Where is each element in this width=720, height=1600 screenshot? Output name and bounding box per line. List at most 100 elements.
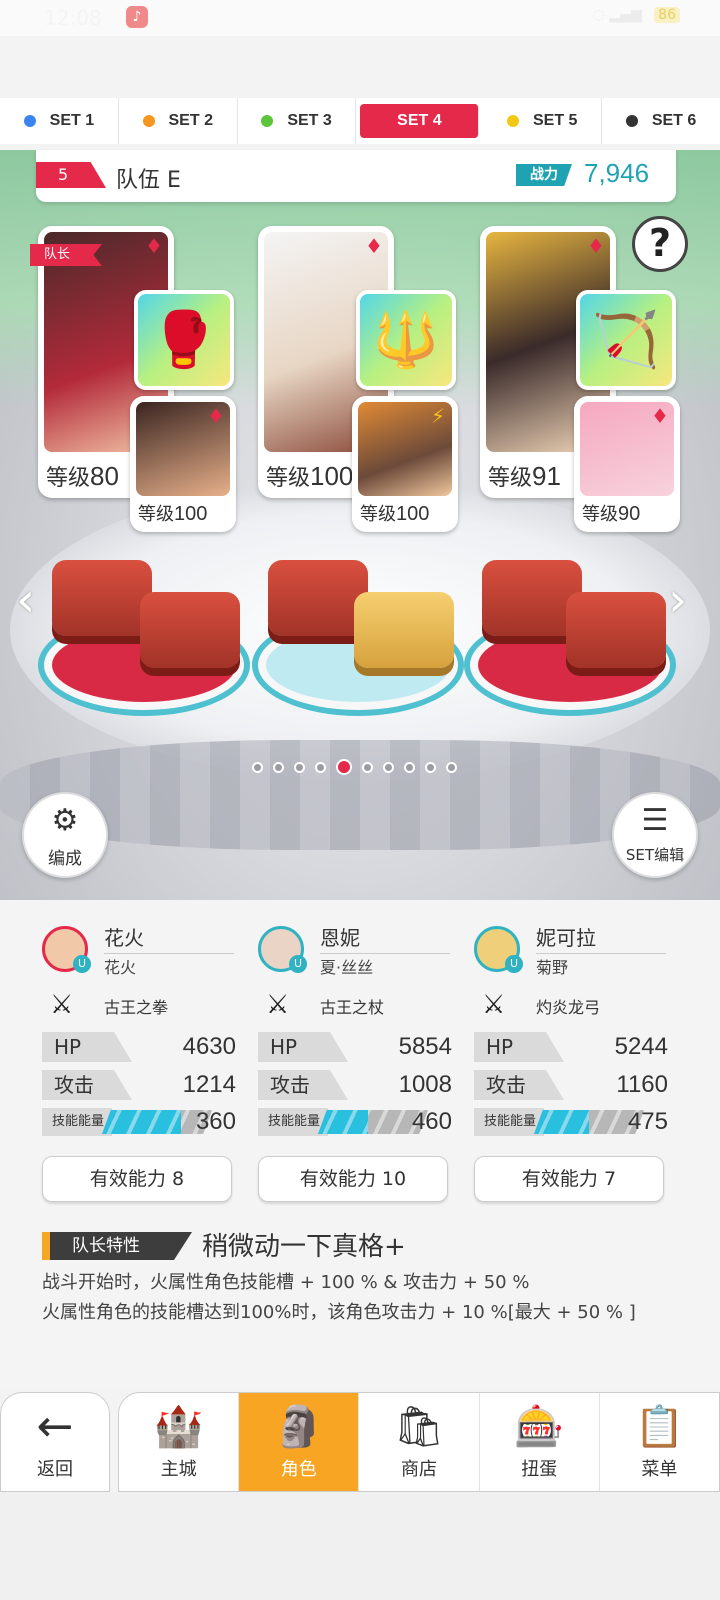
character-name: 妮可拉 <box>536 922 666 954</box>
support-card-2[interactable]: ⚡ 等级100 <box>352 396 458 532</box>
nav-menu[interactable]: 📋 菜单 <box>600 1393 719 1491</box>
help-button[interactable]: ? <box>632 216 688 272</box>
avatar[interactable]: U <box>474 926 523 973</box>
page-dot[interactable] <box>294 762 305 773</box>
weapon-slot-1[interactable]: 🥊 <box>134 290 234 390</box>
nav-castle[interactable]: 🏰 主城 <box>119 1393 240 1491</box>
page-dot[interactable] <box>425 762 436 773</box>
tab-set-5[interactable]: SET 5 <box>483 98 603 144</box>
page-dot[interactable] <box>315 762 326 773</box>
avatar[interactable]: U <box>42 926 91 973</box>
character-subname: 花火 <box>104 958 137 977</box>
page-dot[interactable] <box>404 762 415 773</box>
weapon-name: 灼炎龙弓 <box>536 998 601 1017</box>
support-pedestal <box>140 592 240 668</box>
weapon-type-icon: ⚔ <box>50 990 74 1020</box>
bow-icon: 🏹 <box>592 308 660 371</box>
diamond-icon: ♦ <box>365 234 383 258</box>
leader-badge: 队长 <box>30 244 102 266</box>
team-name: 队伍 E <box>116 168 181 193</box>
weapon-slot-3[interactable]: 🏹 <box>576 290 676 390</box>
team-header: 5 队伍 E 战力 7,946 <box>36 150 676 202</box>
gacha-icon: 🎰 <box>514 1404 565 1450</box>
weapon-name: 古王之拳 <box>104 998 169 1017</box>
tab-set-6[interactable]: SET 6 <box>602 98 720 144</box>
character-name: 花火 <box>104 922 234 954</box>
unit-icon: U <box>505 955 523 973</box>
power-value: 7,946 <box>584 158 650 188</box>
nav-shop[interactable]: 🛍 商店 <box>359 1393 480 1491</box>
back-button[interactable]: ← 返回 <box>0 1392 110 1492</box>
page-dot[interactable] <box>383 762 394 773</box>
set-color-dot <box>142 115 155 127</box>
team-number: 5 <box>36 162 106 188</box>
tab-set-1[interactable]: SET 1 <box>0 98 119 144</box>
skill-energy: 技能能量 475 <box>474 1108 670 1136</box>
skill-energy: 技能能量 360 <box>42 1108 238 1136</box>
page-dot[interactable] <box>446 762 457 773</box>
effective-ability-button[interactable]: 有效能力 7 <box>474 1156 664 1202</box>
power-label: 战力 <box>516 164 572 186</box>
page-dot[interactable] <box>362 762 373 773</box>
page-dot[interactable] <box>273 762 284 773</box>
character-name: 恩妮 <box>320 922 450 954</box>
hero-pedestal <box>268 560 368 636</box>
support-card-1[interactable]: ♦ 等级100 <box>130 396 236 532</box>
weapon-type-icon: ⚔ <box>266 990 290 1020</box>
hero-level: 等级80 <box>46 461 119 491</box>
back-arrow-icon: ← <box>36 1401 74 1452</box>
support-pedestal <box>566 592 666 668</box>
support-pedestal <box>354 592 454 668</box>
clock: 12:08 <box>44 6 102 30</box>
nav-gacha[interactable]: 🎰 扭蛋 <box>480 1393 600 1491</box>
attack-stat: 攻击 1160 <box>474 1070 670 1100</box>
weapon-slot-2[interactable]: 🔱 <box>356 290 456 390</box>
nav-character[interactable]: 🗿 角色 <box>239 1393 360 1491</box>
page-dot[interactable] <box>252 762 263 773</box>
menu-icon: 📋 <box>634 1404 685 1450</box>
support-card-3[interactable]: ♦ 等级90 <box>574 396 680 532</box>
skill-energy: 技能能量 460 <box>258 1108 454 1136</box>
character-icon: 🗿 <box>273 1404 324 1450</box>
weapon-name: 古王之杖 <box>320 998 385 1017</box>
effective-ability-button[interactable]: 有效能力 10 <box>258 1156 448 1202</box>
gear-key-icon: ⚙ <box>51 803 79 838</box>
leader-trait-label: 队长特性 <box>42 1232 192 1260</box>
hero-pedestal <box>52 560 152 636</box>
next-arrow[interactable]: › <box>668 576 692 626</box>
leader-trait-description: 战斗开始时，火属性角色技能槽 + 100 % & 攻击力 + 50 % 火属性角… <box>42 1268 636 1328</box>
trait-line-2: 火属性角色的技能槽达到100%时，该角色攻击力 + 10 %[最大 + 50 %… <box>42 1302 636 1323</box>
tab-set-3[interactable]: SET 3 <box>238 98 357 144</box>
effective-ability-button[interactable]: 有效能力 8 <box>42 1156 232 1202</box>
hp-stat: HP 5244 <box>474 1032 670 1062</box>
set-color-dot <box>261 115 274 127</box>
avatar[interactable]: U <box>258 926 307 973</box>
leader-trait-name: 稍微动一下真格+ <box>202 1232 406 1262</box>
lightning-icon: ⚡ <box>430 404 446 428</box>
prev-arrow[interactable]: ‹ <box>16 576 40 626</box>
support-level: 等级100 <box>360 503 430 525</box>
bottom-navigation: ← 返回 🏰 主城 🗿 角色 🛍 商店 🎰 扭蛋 📋 菜单 <box>0 1388 720 1492</box>
diamond-icon: ♦ <box>207 404 225 428</box>
attack-stat: 攻击 1008 <box>258 1070 454 1100</box>
formation-button[interactable]: ⚙ 编成 <box>22 792 108 878</box>
music-app-icon: ♪ <box>126 6 148 28</box>
set-color-dot <box>506 115 519 127</box>
set-tabs: SET 1 SET 2 SET 3 SET 4 SET 5 SET 6 <box>0 98 720 144</box>
shop-icon: 🛍 <box>393 1404 445 1450</box>
page-dot[interactable] <box>336 759 352 775</box>
diamond-icon: ♦ <box>651 404 669 428</box>
unit-icon: U <box>73 955 91 973</box>
support-level: 等级90 <box>582 503 641 525</box>
set-edit-button[interactable]: ☰ SET编辑 <box>612 792 698 878</box>
diamond-icon: ♦ <box>145 234 163 258</box>
gauntlet-icon: 🥊 <box>150 308 218 371</box>
set-color-dot <box>23 115 36 127</box>
hero-level: 等级91 <box>488 461 561 491</box>
character-subname: 夏·丝丝 <box>320 958 374 977</box>
diamond-icon: ♦ <box>587 234 605 258</box>
tab-set-2[interactable]: SET 2 <box>119 98 238 144</box>
tab-set-4[interactable]: SET 4 <box>360 104 480 138</box>
hp-stat: HP 5854 <box>258 1032 454 1062</box>
attack-stat: 攻击 1214 <box>42 1070 238 1100</box>
